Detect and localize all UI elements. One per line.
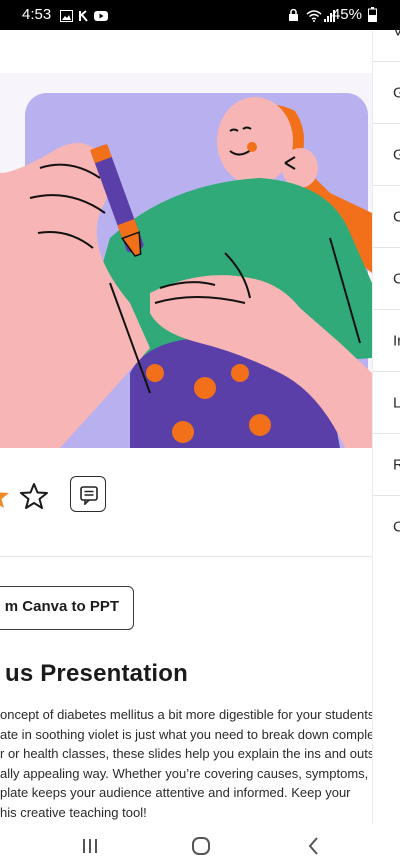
side-item[interactable]: G xyxy=(373,124,400,186)
side-item-label: V xyxy=(393,30,400,39)
youtube-icon xyxy=(94,9,108,21)
side-item[interactable]: V xyxy=(373,30,400,62)
convert-button-label: m Canva to PPT xyxy=(4,598,119,615)
side-item-label: R xyxy=(393,456,400,473)
convert-canva-to-ppt-button[interactable]: m Canva to PPT xyxy=(0,586,134,630)
action-row xyxy=(0,475,372,519)
side-item-label: G xyxy=(393,84,400,101)
star-outline-icon[interactable] xyxy=(19,481,49,511)
side-item[interactable]: C xyxy=(373,248,400,310)
comment-button[interactable] xyxy=(70,476,106,512)
side-item-label: C xyxy=(393,270,400,287)
status-bar: 4:53 45% xyxy=(0,0,400,30)
wifi-icon xyxy=(306,9,322,22)
side-item[interactable]: Ir xyxy=(373,310,400,372)
side-item[interactable]: C xyxy=(373,186,400,248)
navigation-bar xyxy=(0,824,400,866)
side-panel: V G G C C Ir L R C xyxy=(372,30,400,830)
side-item[interactable]: L xyxy=(373,372,400,434)
side-item[interactable]: C xyxy=(373,496,400,558)
description-line: ate in soothing violet is just what you … xyxy=(0,726,372,742)
description: oncept of diabetes mellitus a bit more d… xyxy=(0,705,372,822)
side-item-label: C xyxy=(393,208,400,225)
template-preview-image[interactable] xyxy=(0,73,372,448)
battery-icon xyxy=(368,7,377,22)
description-line: oncept of diabetes mellitus a bit more d… xyxy=(0,707,372,722)
lock-icon xyxy=(288,8,299,21)
side-item-label: L xyxy=(393,394,400,411)
recent-apps-icon[interactable] xyxy=(78,834,102,858)
back-icon[interactable] xyxy=(302,834,326,858)
filled-star-icon[interactable] xyxy=(0,483,10,509)
k-app-icon xyxy=(78,9,91,22)
side-item-label: Ir xyxy=(393,332,400,349)
side-item[interactable]: R xyxy=(373,434,400,496)
description-line: ally appealing way. Whether you’re cover… xyxy=(0,765,372,781)
divider xyxy=(0,556,372,557)
side-item-label: G xyxy=(393,146,400,163)
comment-icon xyxy=(80,486,98,505)
description-line: his creative teaching tool! xyxy=(0,804,147,820)
page-title: us Presentation xyxy=(4,660,188,687)
side-item-label: C xyxy=(393,519,400,536)
description-line: plate keeps your audience attentive and … xyxy=(0,785,351,800)
battery-percent: 45% xyxy=(331,6,362,23)
status-time: 4:53 xyxy=(22,6,52,23)
description-line: r or health classes, these slides help y… xyxy=(0,746,372,761)
side-item[interactable]: G xyxy=(373,62,400,124)
gallery-icon xyxy=(60,9,73,22)
home-icon[interactable] xyxy=(189,834,213,858)
